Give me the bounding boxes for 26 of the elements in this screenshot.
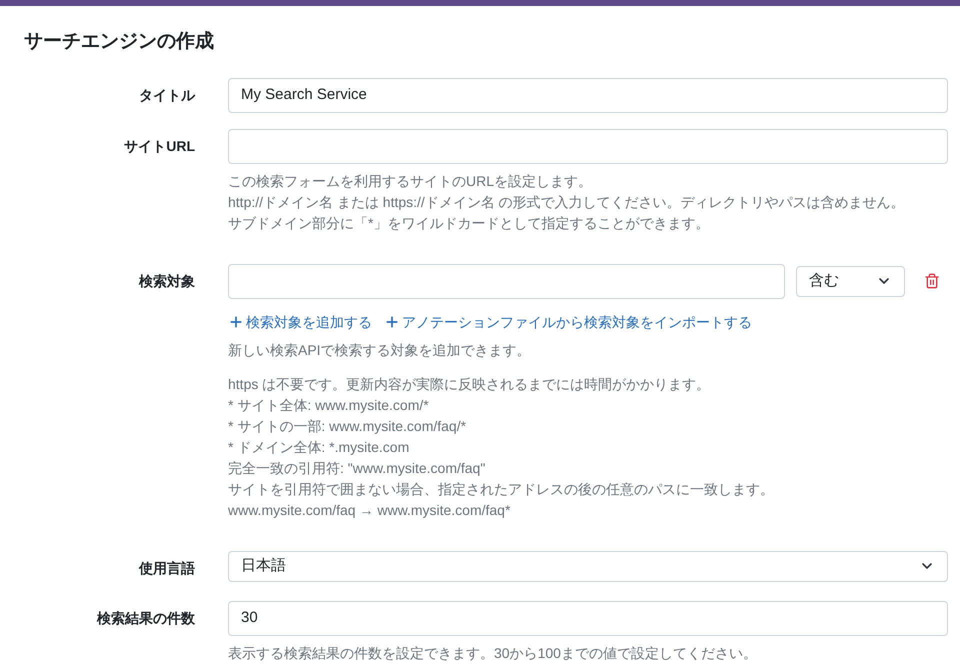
help-text: サブドメイン部分に「*」をワイルドカードとして指定することができます。: [228, 214, 710, 232]
note-text: 完全一致の引用符: "www.mysite.com/faq": [228, 458, 486, 478]
note-text: * ドメイン全体: *.mysite.com: [228, 438, 410, 457]
field-label: 検索結果の件数: [97, 608, 195, 628]
field-label: 使用言語: [139, 558, 195, 578]
field-label: タイトル: [139, 86, 195, 104]
plus-icon: [384, 314, 400, 330]
input-field[interactable]: [228, 264, 785, 298]
input-field[interactable]: 30: [228, 600, 948, 636]
plus-icon: [228, 314, 244, 330]
input-field[interactable]: My Search Service: [228, 78, 948, 112]
dropdown[interactable]: 含む: [796, 266, 905, 296]
field-label: 検索対象: [139, 272, 195, 290]
help-text: この検索フォームを利用するサイトのURLを設定します。: [228, 172, 592, 190]
help-text: http://ドメイン名 または https://ドメイン名 の形式で入力してください。ディレクトリやパスは含めません。: [228, 192, 905, 212]
input-field[interactable]: [228, 128, 948, 164]
help-text: 新しい検索APIで検索する対象を追加できます。: [228, 340, 531, 360]
field-label: サイトURL: [124, 136, 195, 156]
note-text: * サイト全体: www.mysite.com/*: [228, 396, 429, 415]
help-text: 表示する検索結果の件数を設定できます。30から100までの値で設定してください。: [228, 644, 757, 662]
note-text: * サイトの一部: www.mysite.com/faq/*: [228, 416, 466, 436]
note-text: サイトを引用符で囲まない場合、指定されたアドレスの後の任意のパスに一致します。: [228, 480, 774, 498]
note-text: www.mysite.com/faq → www.mysite.com/faq*: [228, 500, 510, 520]
note-text: https は不要です。更新内容が実際に反映されるまでには時間がかかります。: [228, 374, 710, 394]
dropdown[interactable]: 日本語: [228, 550, 948, 582]
page-title: サーチエンジンの作成: [24, 31, 214, 52]
